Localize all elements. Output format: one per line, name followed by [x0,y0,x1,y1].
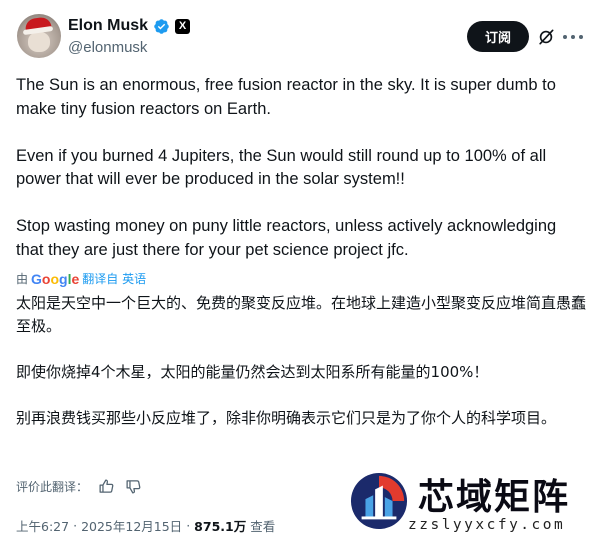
subscribe-button[interactable]: 订阅 [467,21,529,52]
translation-attribution: 由 Google 翻译自 英语 [16,270,146,287]
views-count: 875.1万 [194,519,247,534]
watermark-url: zzslyyxcfy.com [408,517,566,533]
rate-translation-label: 评价此翻译： [16,480,89,494]
tweet-time[interactable]: 上午6:27 [16,516,69,535]
avatar-face [28,32,50,52]
translated-by-prefix: 由 [16,272,29,286]
translated-paragraph: 别再浪费钱买那些小反应堆了，除非你明确表示它们只是为了你个人的科学项目。 [16,409,557,427]
tweet-date[interactable]: 2025年12月15日 [81,516,182,535]
tweet-paragraph: Stop wasting money on puny little reacto… [16,217,557,259]
grok-icon[interactable] [536,27,556,47]
x-badge-icon: X [175,18,191,34]
watermark-title: 芯域矩阵 [418,477,571,518]
more-icon[interactable] [563,27,583,47]
watermark: 芯域矩阵 zzslyyxcfy.com [350,468,590,542]
verified-badge-icon[interactable] [153,18,170,35]
translated-paragraph: 太阳是天空中一个巨大的、免费的聚变反应堆。在地球上建造小型聚变反应堆简直愚蠢至极… [16,294,587,335]
tweet-paragraph: The Sun is an enormous, free fusion reac… [16,76,556,118]
tweet-paragraph: Even if you burned 4 Jupiters, the Sun w… [16,146,547,189]
views-label: 查看 [250,519,276,534]
translated-paragraph: 即使你烧掉4个木星，太阳的能量仍然会达到太阳系所有能量的100%！ [16,363,489,381]
avatar[interactable] [17,14,61,58]
rate-translation: 评价此翻译： [16,478,142,495]
meta-separator: · [73,518,78,533]
meta-separator: · [186,518,191,533]
display-name[interactable]: Elon Musk [68,17,148,35]
name-row: Elon Musk X [68,17,191,35]
thumbs-down-icon[interactable] [125,478,142,495]
watermark-logo-icon [350,472,408,530]
tweet-header: Elon Musk X @elonmusk 订阅 [0,0,600,70]
google-logo: Google [31,270,80,287]
handle[interactable]: @elonmusk [68,39,147,56]
tweet-text: The Sun is an enormous, free fusion reac… [16,74,586,262]
translated-text: 太阳是天空中一个巨大的、免费的聚变反应堆。在地球上建造小型聚变反应堆简直愚蠢至极… [16,292,586,430]
tweet-meta: 上午6:27 · 2025年12月15日 · 875.1万 查看 [16,516,275,535]
translated-from-link[interactable]: 翻译自 英语 [82,270,146,287]
thumbs-up-icon[interactable] [98,478,115,495]
